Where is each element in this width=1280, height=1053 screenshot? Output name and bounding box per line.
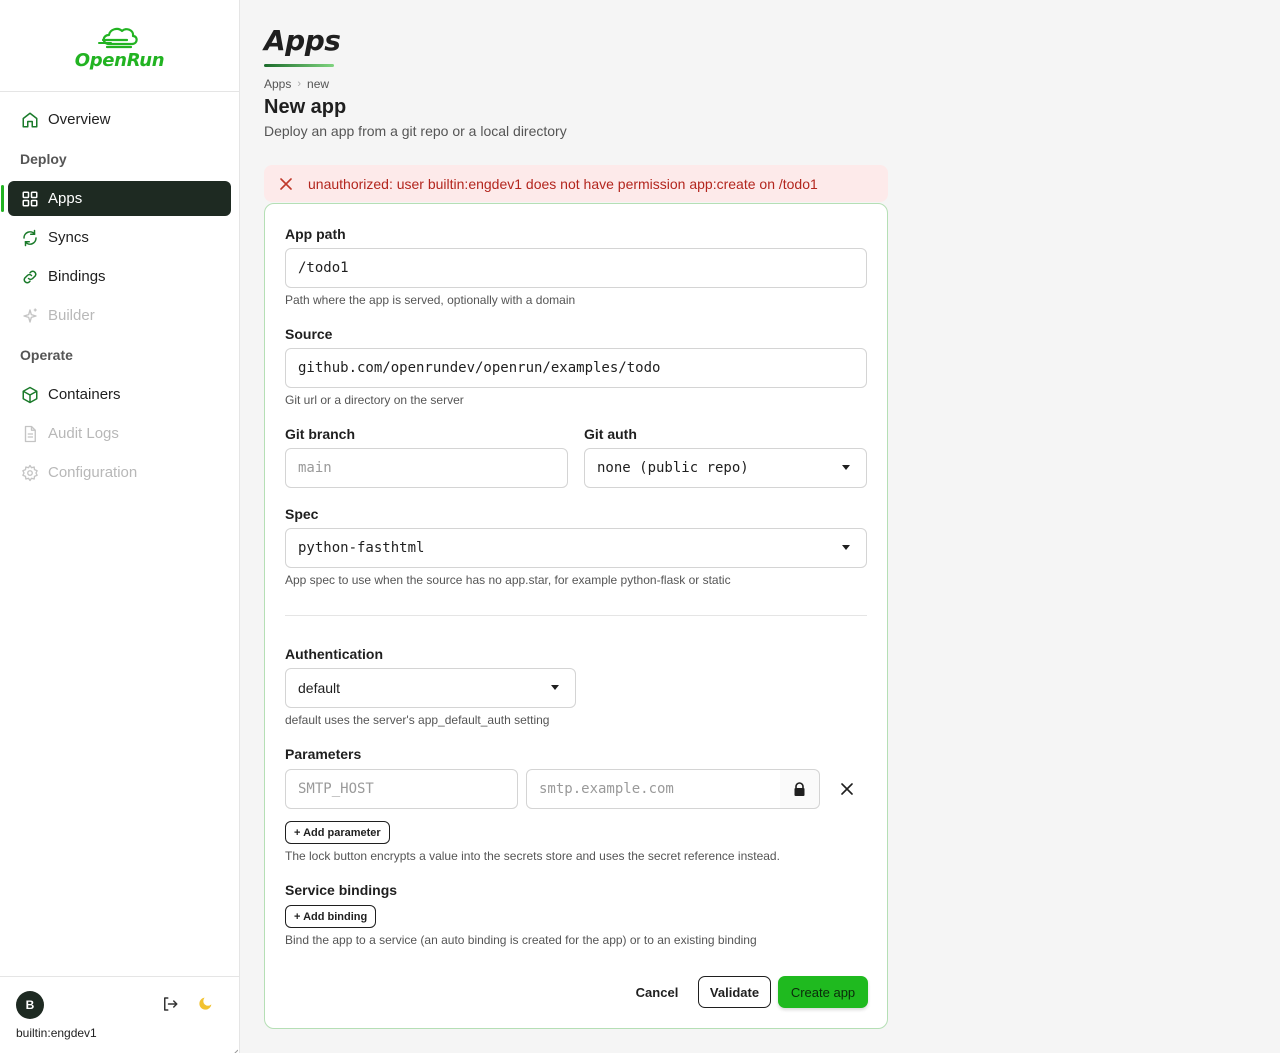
chevron-right-icon: › [297, 78, 302, 90]
sidebar-item-configuration[interactable]: Configuration [8, 455, 231, 490]
sidebar-item-containers[interactable]: Containers [8, 377, 231, 412]
breadcrumb-item-new: new [307, 77, 330, 91]
parameters-label: Parameters [285, 746, 362, 762]
section-divider [285, 615, 867, 616]
authentication-label: Authentication [285, 646, 383, 662]
form-title: New app [264, 96, 347, 118]
sparkle-icon [20, 306, 40, 326]
error-message: unauthorized: user builtin:engdev1 does … [308, 175, 818, 192]
sidebar-item-syncs[interactable]: Syncs [8, 220, 231, 255]
git-auth-select[interactable]: none (public repo) [584, 448, 867, 488]
sidebar-item-label: Configuration [48, 464, 138, 481]
source-label: Source [285, 326, 333, 342]
lock-button[interactable] [780, 769, 820, 809]
gear-icon [20, 463, 40, 483]
sidebar-item-label: Overview [48, 111, 111, 128]
app-path-input[interactable]: /todo1 [285, 248, 867, 288]
source-help: Git url or a directory on the server [285, 393, 464, 407]
spec-label: Spec [285, 506, 319, 522]
new-app-form: App path /todo1 Path where the app is se… [264, 203, 888, 1029]
spec-select[interactable]: python-fasthtml [285, 528, 867, 568]
authentication-help: default uses the server's app_default_au… [285, 713, 550, 727]
parameter-key-input[interactable]: SMTP_HOST [285, 769, 518, 809]
link-icon [20, 267, 40, 287]
sidebar-item-label: Containers [48, 386, 121, 403]
spec-help: App spec to use when the source has no a… [285, 573, 731, 587]
source-input[interactable]: github.com/openrundev/openrun/examples/t… [285, 348, 867, 388]
bindings-help: Bind the app to a service (an auto bindi… [285, 933, 757, 947]
authentication-value: default [298, 680, 341, 696]
caret-down-icon [842, 465, 850, 470]
cloud-logo-icon [97, 27, 138, 49]
heading-underline [264, 64, 334, 67]
moon-icon[interactable] [198, 995, 218, 1015]
sidebar-item-label: Bindings [48, 268, 106, 285]
grid-icon [20, 189, 40, 209]
form-subtitle: Deploy an app from a git repo or a local… [264, 123, 567, 139]
caret-down-icon [842, 545, 850, 550]
create-app-button[interactable]: Create app [778, 976, 868, 1008]
sidebar-item-apps[interactable]: Apps [1, 181, 231, 216]
page-heading: Apps [264, 24, 341, 57]
spec-value: python-fasthtml [298, 540, 425, 556]
authentication-select[interactable]: default [285, 668, 576, 708]
nav-section-deploy: Deploy [20, 151, 67, 167]
sync-icon [20, 228, 40, 248]
add-binding-button[interactable]: + Add binding [285, 905, 377, 928]
logout-icon[interactable] [161, 995, 181, 1015]
git-branch-input[interactable]: main [285, 448, 568, 488]
sidebar-footer: B builtin:engdev1 [0, 976, 239, 1053]
parameter-value-input[interactable]: smtp.example.com [526, 769, 781, 809]
breadcrumb: Apps › new [264, 77, 329, 91]
breadcrumb-item-apps[interactable]: Apps [264, 77, 291, 91]
resize-grip-icon[interactable] [230, 1044, 239, 1053]
sidebar: OpenRun Overview Deploy Apps Syncs Bindi… [0, 0, 240, 1053]
sidebar-item-builder[interactable]: Builder [8, 298, 231, 333]
service-bindings-label: Service bindings [285, 882, 398, 898]
nav-section-operate: Operate [20, 347, 73, 363]
document-icon [20, 424, 40, 444]
home-icon [20, 110, 40, 130]
app-path-label: App path [285, 226, 346, 242]
cube-icon [20, 385, 40, 405]
lock-icon [794, 781, 805, 796]
sidebar-item-label: Audit Logs [48, 425, 119, 442]
sidebar-item-label: Syncs [48, 229, 89, 246]
git-auth-value: none (public repo) [597, 460, 749, 476]
remove-parameter-button[interactable] [837, 779, 857, 799]
git-branch-label: Git branch [285, 426, 356, 442]
cancel-button[interactable]: Cancel [627, 976, 687, 1008]
error-banner: unauthorized: user builtin:engdev1 does … [264, 165, 888, 202]
error-x-icon [278, 176, 294, 192]
sidebar-item-overview[interactable]: Overview [8, 102, 231, 137]
parameters-help: The lock button encrypts a value into th… [285, 849, 780, 863]
sidebar-item-audit-logs[interactable]: Audit Logs [8, 416, 231, 451]
git-auth-label: Git auth [584, 426, 637, 442]
validate-button[interactable]: Validate [698, 976, 771, 1008]
close-icon [841, 783, 853, 795]
sidebar-item-label: Apps [48, 190, 83, 207]
logo[interactable]: OpenRun [0, 0, 239, 92]
username: builtin:engdev1 [16, 1026, 97, 1040]
sidebar-item-bindings[interactable]: Bindings [8, 259, 231, 294]
avatar[interactable]: B [16, 991, 44, 1019]
app-path-help: Path where the app is served, optionally… [285, 293, 576, 307]
sidebar-item-label: Builder [48, 307, 95, 324]
caret-down-icon [551, 685, 559, 690]
logo-text: OpenRun [74, 50, 165, 71]
sidebar-nav: Overview Deploy Apps Syncs Bindings Buil… [0, 92, 239, 490]
add-parameter-button[interactable]: + Add parameter [285, 821, 390, 844]
